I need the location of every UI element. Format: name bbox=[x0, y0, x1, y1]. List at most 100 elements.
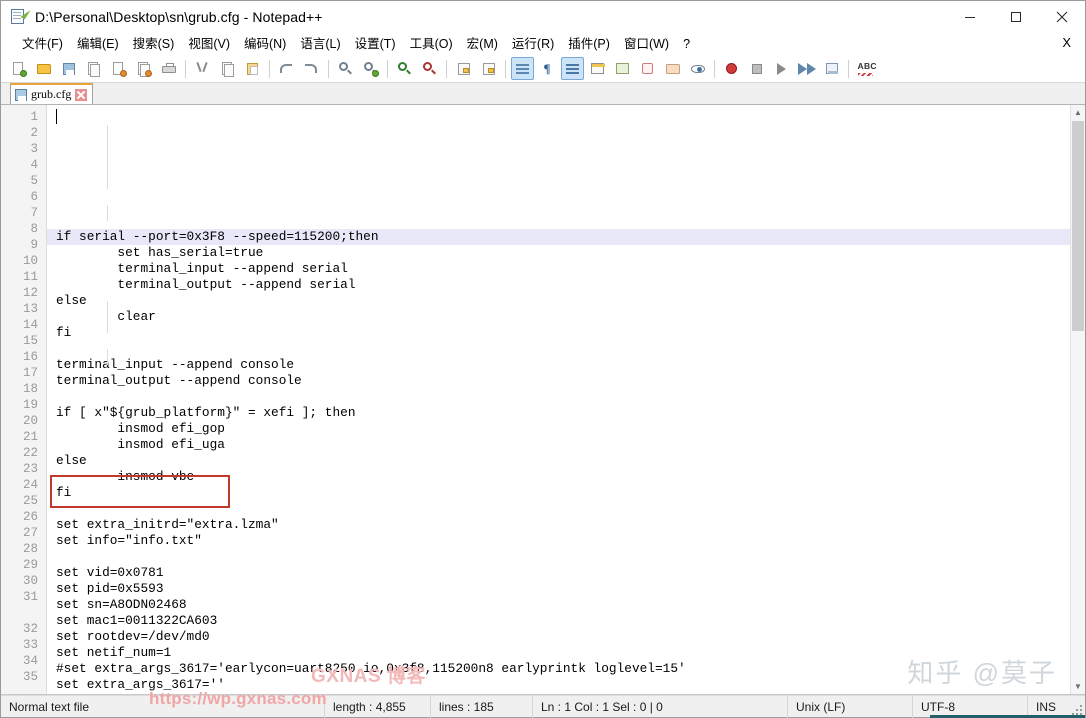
sync-vertical-scrolling-icon[interactable] bbox=[452, 57, 475, 80]
sync-horizontal-scrolling-icon[interactable] bbox=[477, 57, 500, 80]
line-number: 28 bbox=[1, 541, 46, 557]
code-line[interactable]: terminal_output --append serial bbox=[47, 277, 1085, 293]
menu-language[interactable]: 语言(L) bbox=[293, 34, 347, 54]
code-line[interactable] bbox=[47, 501, 1085, 517]
close-file-icon[interactable] bbox=[107, 57, 130, 80]
show-all-characters-icon[interactable]: ¶ bbox=[536, 57, 559, 80]
resize-grip-icon[interactable] bbox=[1072, 705, 1082, 715]
copy-icon[interactable] bbox=[216, 57, 239, 80]
line-number: 12 bbox=[1, 285, 46, 301]
save-all-icon[interactable] bbox=[82, 57, 105, 80]
code-line[interactable]: set extra_args_3617='' bbox=[47, 677, 1085, 693]
menu-search[interactable]: 搜索(S) bbox=[126, 34, 182, 54]
menu-settings[interactable]: 设置(T) bbox=[348, 34, 403, 54]
menu-tools[interactable]: 工具(O) bbox=[403, 34, 460, 54]
line-number: 6 bbox=[1, 189, 46, 205]
code-line[interactable]: set rootdev=/dev/md0 bbox=[47, 629, 1085, 645]
menu-file[interactable]: 文件(F) bbox=[15, 34, 70, 54]
record-macro-icon[interactable] bbox=[720, 57, 743, 80]
open-file-icon[interactable] bbox=[32, 57, 55, 80]
code-line[interactable] bbox=[47, 693, 1085, 694]
toolbar: ¶ ABC bbox=[1, 55, 1085, 83]
code-line[interactable]: insmod efi_uga bbox=[47, 437, 1085, 453]
menu-window[interactable]: 窗口(W) bbox=[617, 34, 676, 54]
new-file-icon[interactable] bbox=[7, 57, 30, 80]
menu-run[interactable]: 运行(R) bbox=[505, 34, 561, 54]
code-line[interactable]: insmod efi_gop bbox=[47, 421, 1085, 437]
code-line[interactable]: fi bbox=[47, 485, 1085, 501]
zoom-in-icon[interactable] bbox=[393, 57, 416, 80]
folder-as-workspace-icon[interactable] bbox=[661, 57, 684, 80]
code-line[interactable]: set extra_initrd="extra.lzma" bbox=[47, 517, 1085, 533]
code-line[interactable]: set mac1=0011322CA603 bbox=[47, 613, 1085, 629]
scrollbar-thumb[interactable] bbox=[1072, 121, 1084, 331]
code-line[interactable] bbox=[47, 341, 1085, 357]
code-line[interactable]: if serial --port=0x3F8 --speed=115200;th… bbox=[47, 229, 1085, 245]
scroll-down-button[interactable]: ▼ bbox=[1071, 679, 1085, 694]
user-defined-dialog-icon[interactable] bbox=[586, 57, 609, 80]
stop-recording-icon[interactable] bbox=[745, 57, 768, 80]
paste-icon[interactable] bbox=[241, 57, 264, 80]
editor-area[interactable]: 1234567891011121314151617181920212223242… bbox=[1, 105, 1085, 695]
monitoring-icon[interactable] bbox=[686, 57, 709, 80]
code-line[interactable]: set pid=0x5593 bbox=[47, 581, 1085, 597]
tab-grub-cfg[interactable]: grub.cfg bbox=[10, 83, 93, 104]
scroll-up-button[interactable]: ▲ bbox=[1071, 105, 1085, 120]
code-line[interactable]: set netif_num=1 bbox=[47, 645, 1085, 661]
code-line[interactable]: terminal_output --append console bbox=[47, 373, 1085, 389]
indent-guide-icon[interactable] bbox=[561, 57, 584, 80]
code-line[interactable]: insmod vbe bbox=[47, 469, 1085, 485]
vertical-scrollbar[interactable]: ▲ ▼ bbox=[1070, 105, 1085, 694]
line-number: 23 bbox=[1, 461, 46, 477]
menu-help[interactable]: ? bbox=[676, 34, 697, 54]
document-map-icon[interactable] bbox=[611, 57, 634, 80]
maximize-button[interactable] bbox=[993, 1, 1039, 32]
redo-icon[interactable] bbox=[300, 57, 323, 80]
code-line[interactable]: set has_serial=true bbox=[47, 245, 1085, 261]
menu-edit[interactable]: 编辑(E) bbox=[70, 34, 126, 54]
code-text-area[interactable]: if serial --port=0x3F8 --speed=115200;th… bbox=[47, 105, 1085, 694]
code-line[interactable]: #set extra_args_3617='earlycon=uart8250,… bbox=[47, 661, 1085, 677]
minimize-button[interactable] bbox=[947, 1, 993, 32]
cut-icon[interactable] bbox=[191, 57, 214, 80]
close-button[interactable] bbox=[1039, 1, 1085, 32]
undo-icon[interactable] bbox=[275, 57, 298, 80]
line-number: 21 bbox=[1, 429, 46, 445]
code-line[interactable]: set info="info.txt" bbox=[47, 533, 1085, 549]
toolbar-separator bbox=[714, 60, 715, 78]
status-eol-format[interactable]: Unix (LF) bbox=[788, 696, 913, 718]
spell-check-icon[interactable]: ABC bbox=[854, 57, 877, 80]
code-line[interactable]: set sn=A8ODN02468 bbox=[47, 597, 1085, 613]
window-controls bbox=[947, 1, 1085, 32]
code-line[interactable]: else bbox=[47, 293, 1085, 309]
code-line[interactable]: clear bbox=[47, 309, 1085, 325]
save-icon[interactable] bbox=[57, 57, 80, 80]
code-line[interactable] bbox=[47, 389, 1085, 405]
menu-view[interactable]: 视图(V) bbox=[181, 34, 237, 54]
replace-icon[interactable] bbox=[359, 57, 382, 80]
zoom-out-icon[interactable] bbox=[418, 57, 441, 80]
code-line[interactable]: if [ x"${grub_platform}" = xefi ]; then bbox=[47, 405, 1085, 421]
function-list-icon[interactable] bbox=[636, 57, 659, 80]
play-macro-icon[interactable] bbox=[770, 57, 793, 80]
run-macro-multiple-times-icon[interactable] bbox=[795, 57, 818, 80]
code-line[interactable]: else bbox=[47, 453, 1085, 469]
notepad-plus-plus-icon bbox=[10, 8, 28, 26]
find-icon[interactable] bbox=[334, 57, 357, 80]
code-line[interactable]: terminal_input --append console bbox=[47, 357, 1085, 373]
code-line[interactable]: fi bbox=[47, 325, 1085, 341]
code-line[interactable]: set vid=0x0781 bbox=[47, 565, 1085, 581]
save-macro-icon[interactable] bbox=[820, 57, 843, 80]
toolbar-separator bbox=[505, 60, 506, 78]
word-wrap-icon[interactable] bbox=[511, 57, 534, 80]
close-tab-icon[interactable] bbox=[75, 89, 87, 101]
menu-encoding[interactable]: 编码(N) bbox=[237, 34, 293, 54]
line-number: 15 bbox=[1, 333, 46, 349]
close-all-icon[interactable] bbox=[132, 57, 155, 80]
code-line[interactable]: terminal_input --append serial bbox=[47, 261, 1085, 277]
print-icon[interactable] bbox=[157, 57, 180, 80]
menu-plugins[interactable]: 插件(P) bbox=[561, 34, 617, 54]
close-document-button[interactable]: X bbox=[1062, 35, 1071, 50]
code-line[interactable] bbox=[47, 549, 1085, 565]
menu-macro[interactable]: 宏(M) bbox=[460, 34, 505, 54]
